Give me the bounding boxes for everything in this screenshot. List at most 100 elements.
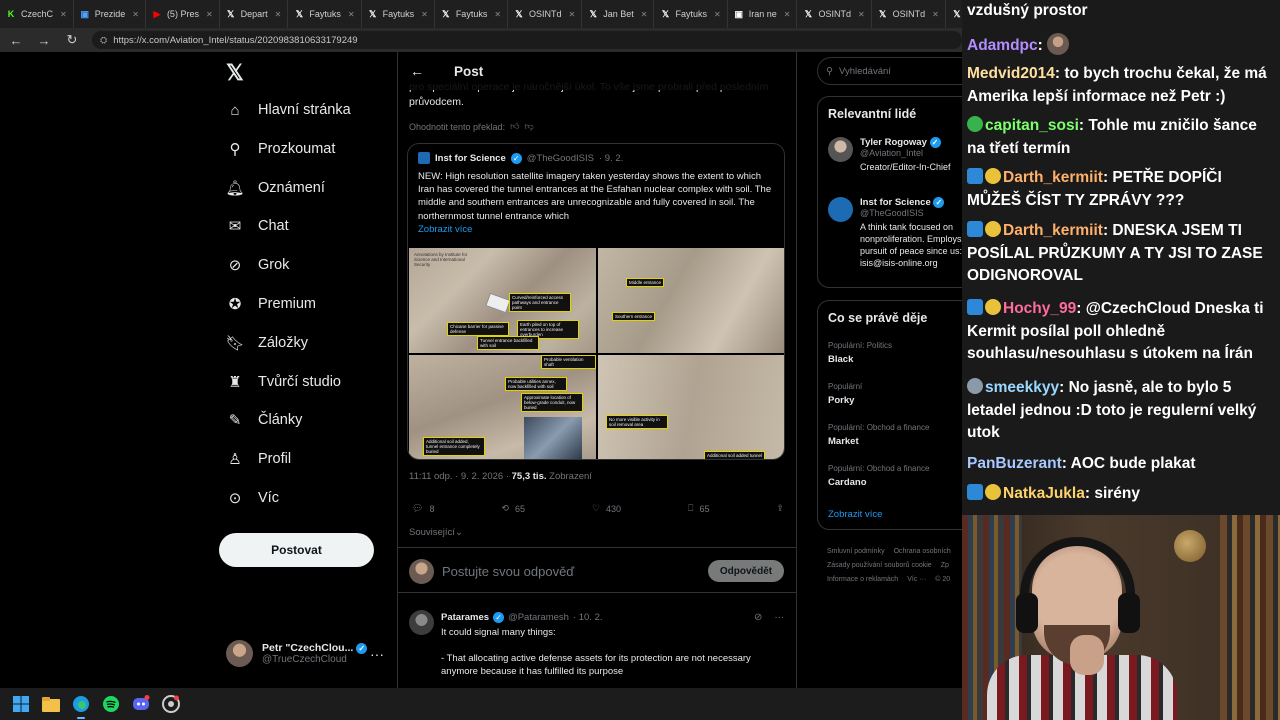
browser-tab[interactable]: 𝕏 Jan Bet ✕ — [582, 0, 655, 28]
close-icon[interactable]: ✕ — [348, 10, 355, 19]
edge-icon[interactable] — [70, 693, 92, 719]
nav-item[interactable]: ⊙ Víc — [226, 489, 279, 507]
close-icon[interactable]: ✕ — [932, 10, 939, 19]
thumbs-down-icon[interactable]: 👎︎ — [524, 121, 533, 132]
close-icon[interactable]: ✕ — [275, 10, 282, 19]
like-button[interactable]: ♡ 430 — [592, 503, 621, 514]
browser-tab[interactable]: 𝕏 Faytuks ✕ — [288, 0, 362, 28]
show-more-link[interactable]: Zobrazit více — [418, 224, 472, 235]
x-logo-icon[interactable]: 𝕏 — [226, 60, 244, 86]
chat-username[interactable]: Adamdpc — [967, 37, 1038, 54]
trend-item[interactable]: Populární Porky — [828, 382, 862, 406]
account-switcher[interactable]: Petr "CzechClou... ✓ @TrueCzechCloud ··· — [226, 640, 384, 667]
profile-icon: ♙ — [228, 451, 242, 469]
person-item[interactable]: Tyler Rogoway ✓ @Aviation_Intel Creator/… — [828, 137, 962, 173]
browser-tab[interactable]: 𝕏 Faytuks ✕ — [362, 0, 435, 28]
close-icon[interactable]: ✕ — [858, 10, 865, 19]
nav-item[interactable]: ⊘ Grok — [226, 256, 290, 274]
chat-username[interactable]: Darth_kermiit — [1003, 169, 1103, 186]
reply-input[interactable]: Postujte svou odpověď — [442, 564, 574, 579]
nav-item[interactable]: ♜ Tvůrčí studio — [226, 373, 341, 391]
footer-link[interactable]: Zp — [941, 562, 949, 569]
close-icon[interactable]: ✕ — [132, 10, 139, 19]
chat-username[interactable]: smeekkyy — [985, 379, 1059, 396]
browser-tab[interactable]: 𝕏 Depart ✕ — [220, 0, 289, 28]
chat-username[interactable]: Hochy_99 — [1003, 300, 1076, 317]
nav-item[interactable]: ⚲ Prozkoumat — [226, 140, 336, 158]
related-dropdown[interactable]: Související⌄ — [409, 527, 463, 538]
close-icon[interactable]: ✕ — [421, 10, 428, 19]
nav-item[interactable]: 🔔︎ Oznámení — [225, 179, 324, 197]
close-icon[interactable]: ✕ — [206, 10, 213, 19]
person-item[interactable]: Inst for Science ✓ @TheGoodISIS A think … — [828, 197, 962, 269]
browser-tab[interactable]: ▣ Prezide ✕ — [74, 0, 146, 28]
post-button[interactable]: Postovat — [219, 533, 374, 567]
reply-post[interactable]: Patarames ✓ @Pataramesh · 10. 2. ⊘ ··· I… — [398, 600, 796, 688]
footer-link[interactable]: Ochrana osobních — [894, 548, 951, 555]
back-arrow-icon[interactable]: ← — [410, 63, 424, 79]
footer-link[interactable]: Zásady používání souborů cookie — [827, 562, 932, 569]
grok-icon[interactable]: ⊘ — [754, 612, 762, 623]
chat-username[interactable]: capitan_sosi — [985, 117, 1079, 134]
footer-link[interactable]: Víc ··· — [907, 576, 926, 583]
isis-logo-icon — [418, 152, 430, 164]
browser-tab[interactable]: 𝕏NetBlo✕ — [946, 0, 962, 28]
verified-icon: ✓ — [933, 197, 945, 208]
browser-tab[interactable]: 𝕏 Faytuks ✕ — [435, 0, 509, 28]
close-icon[interactable]: ✕ — [784, 10, 791, 19]
browser-tab[interactable]: 𝕏 Faytuks ✕ — [654, 0, 728, 28]
footer-link[interactable]: Informace o reklamách — [827, 576, 898, 583]
browser-tab[interactable]: K CzechC ✕ — [0, 0, 74, 28]
browser-tab[interactable]: ▶ (5) Pres ✕ — [146, 0, 220, 28]
close-icon[interactable]: ✕ — [714, 10, 721, 19]
url-field[interactable]: ⛭ https://x.com/Aviation_Intel/status/20… — [92, 31, 962, 49]
browser-tab[interactable]: 𝕏 OSINTd ✕ — [797, 0, 872, 28]
satellite-panel-utilities: Probable ventilation shaft Probable util… — [409, 355, 596, 459]
chat-username[interactable]: Darth_kermiit — [1003, 222, 1103, 239]
browser-tab[interactable]: 𝕏 OSINTd ✕ — [872, 0, 946, 28]
spotify-icon[interactable] — [100, 693, 122, 715]
discord-icon[interactable] — [130, 693, 152, 715]
more-dots-icon[interactable]: ··· — [774, 612, 784, 623]
chat-username[interactable]: Medvid2014 — [967, 65, 1055, 82]
share-button[interactable]: ⇪ — [776, 503, 784, 514]
search-input[interactable]: ⚲ Vyhledávání — [817, 57, 962, 85]
nav-item[interactable]: ♙ Profil — [226, 450, 291, 468]
nav-item[interactable]: ⌂ Hlavní stránka — [226, 101, 350, 119]
repost-button[interactable]: ⟲ 65 — [501, 503, 525, 514]
chrome-icon[interactable] — [160, 693, 182, 715]
footer-link[interactable]: Smluvní podmínky — [827, 548, 885, 555]
trend-category: Populární: Politics — [828, 341, 893, 350]
person-handle: @TheGoodISIS — [860, 208, 924, 219]
browser-tab[interactable]: ▣ Iran ne ✕ — [728, 0, 798, 28]
browser-tab[interactable]: 𝕏 OSINTd ✕ — [508, 0, 583, 28]
nav-item[interactable]: ✎ Články — [226, 411, 303, 429]
back-arrow-icon[interactable]: ← — [8, 33, 24, 48]
trend-item[interactable]: Populární: Politics Black — [828, 341, 892, 365]
close-icon[interactable]: ✕ — [60, 10, 67, 19]
more-dots-icon[interactable]: ··· — [370, 646, 384, 662]
trend-item[interactable]: Populární: Obchod a finance Cardano — [828, 464, 929, 488]
quoted-post[interactable]: Inst for Science ✓ @TheGoodISIS · 9. 2. … — [407, 143, 785, 460]
nav-item[interactable]: 🔖︎ Záložky — [225, 334, 307, 352]
windows-icon[interactable] — [10, 693, 32, 715]
close-icon[interactable]: ✕ — [641, 10, 648, 19]
chat-username[interactable]: PanBuzerant — [967, 455, 1062, 472]
satellite-image-grid[interactable]: Annotations by Institute for Science and… — [409, 248, 784, 459]
thumbs-up-icon[interactable]: 👍︎ — [510, 121, 519, 132]
explorer-icon[interactable] — [40, 693, 62, 715]
forward-arrow-icon[interactable]: → — [36, 33, 52, 48]
reply-submit-button[interactable]: Odpovědět — [708, 560, 784, 582]
chat-username[interactable]: NatkaJukla — [1003, 485, 1085, 502]
nav-item[interactable]: ✉ Chat — [226, 217, 289, 235]
close-icon[interactable]: ✕ — [569, 10, 576, 19]
bookmark-button[interactable]: ⎕ 65 — [688, 503, 709, 514]
main-column: ← Post pro speciální operace je náročněj… — [397, 52, 797, 688]
show-more-link[interactable]: Zobrazit více — [828, 509, 882, 520]
reload-icon[interactable]: ↻ — [64, 32, 80, 48]
quoted-author-handle: @TheGoodISIS — [526, 152, 594, 164]
trend-item[interactable]: Populární: Obchod a finance Market — [828, 423, 929, 447]
close-icon[interactable]: ✕ — [494, 10, 501, 19]
nav-item[interactable]: ✪ Premium — [226, 295, 316, 313]
reply-button[interactable]: 💬︎ 8 — [412, 503, 434, 514]
